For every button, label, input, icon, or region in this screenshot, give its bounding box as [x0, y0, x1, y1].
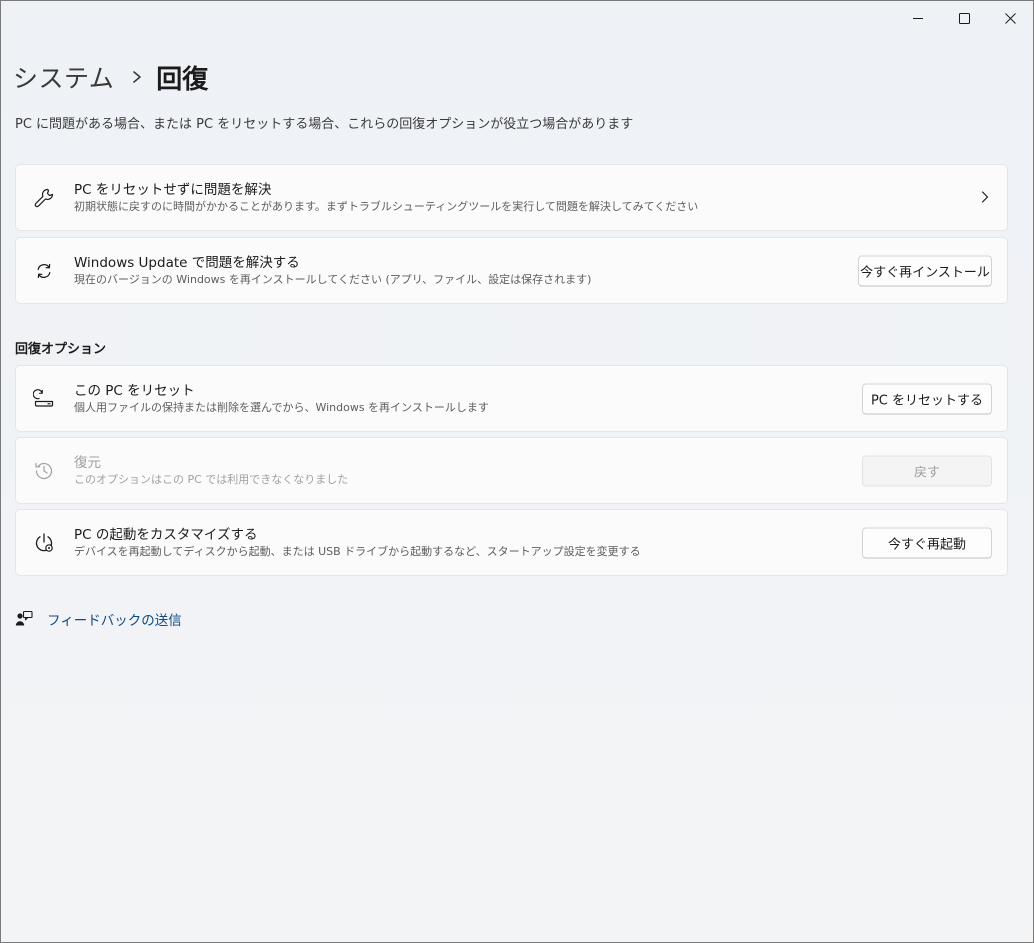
advanced-startup-icon — [33, 532, 55, 554]
go-back-title: 復元 — [74, 455, 101, 471]
reset-pc-title: この PC をリセット — [74, 383, 195, 399]
sync-icon — [33, 260, 55, 282]
advanced-startup-card: PC の起動をカスタマイズする デバイスを再起動してディスクから起動、または U… — [15, 509, 1008, 576]
reset-pc-icon — [33, 388, 55, 410]
go-back-card: 復元 このオプションはこの PC では利用できなくなりました 戻す — [15, 437, 1008, 504]
maximize-icon — [958, 12, 970, 24]
troubleshoot-subtitle: 初期状態に戻すのに時間がかかることがあります。まずトラブルシューティングツールを… — [74, 200, 699, 213]
page-description: PC に問題がある場合、または PC をリセットする場合、これらの回復オプション… — [15, 117, 634, 132]
advanced-startup-title: PC の起動をカスタマイズする — [74, 527, 258, 543]
chevron-right-icon — [132, 70, 142, 84]
breadcrumb: システム 回復 — [13, 57, 208, 97]
reinstall-now-button[interactable]: 今すぐ再インストール — [858, 255, 992, 286]
reset-pc-button[interactable]: PC をリセットする — [862, 383, 992, 414]
troubleshoot-card[interactable]: PC をリセットせずに問題を解決 初期状態に戻すのに時間がかかることがあります。… — [15, 164, 1008, 231]
windows-update-title: Windows Update で問題を解決する — [74, 255, 300, 271]
page-title: 回復 — [156, 64, 209, 95]
windows-update-fix-card: Windows Update で問題を解決する 現在のバージョンの Window… — [15, 237, 1008, 304]
go-back-button[interactable]: 戻す — [862, 455, 992, 486]
restart-now-button[interactable]: 今すぐ再起動 — [862, 527, 992, 558]
chevron-right-icon — [981, 188, 989, 207]
minimize-button[interactable] — [895, 1, 941, 35]
maximize-button[interactable] — [941, 1, 987, 35]
feedback-icon — [15, 610, 33, 628]
window-controls — [895, 1, 1033, 35]
windows-update-subtitle: 現在のバージョンの Windows を再インストールしてください (アプリ、ファ… — [74, 273, 592, 286]
feedback-link[interactable]: フィードバックの送信 — [15, 609, 182, 629]
breadcrumb-parent-link[interactable]: システム — [13, 59, 114, 95]
close-icon — [1004, 12, 1016, 24]
reset-pc-card: この PC をリセット 個人用ファイルの保持または削除を選んでから、Window… — [15, 365, 1008, 432]
recovery-options-heading: 回復オプション — [15, 342, 107, 357]
minimize-icon — [913, 18, 923, 19]
troubleshoot-title: PC をリセットせずに問題を解決 — [74, 182, 272, 198]
reset-pc-subtitle: 個人用ファイルの保持または削除を選んでから、Windows を再インストールしま… — [74, 401, 489, 414]
feedback-label: フィードバックの送信 — [47, 613, 182, 629]
close-button[interactable] — [987, 1, 1033, 35]
wrench-icon — [33, 187, 55, 209]
advanced-startup-subtitle: デバイスを再起動してディスクから起動、または USB ドライブから起動するなど、… — [74, 545, 641, 558]
history-icon — [33, 460, 55, 482]
go-back-subtitle: このオプションはこの PC では利用できなくなりました — [74, 473, 349, 486]
